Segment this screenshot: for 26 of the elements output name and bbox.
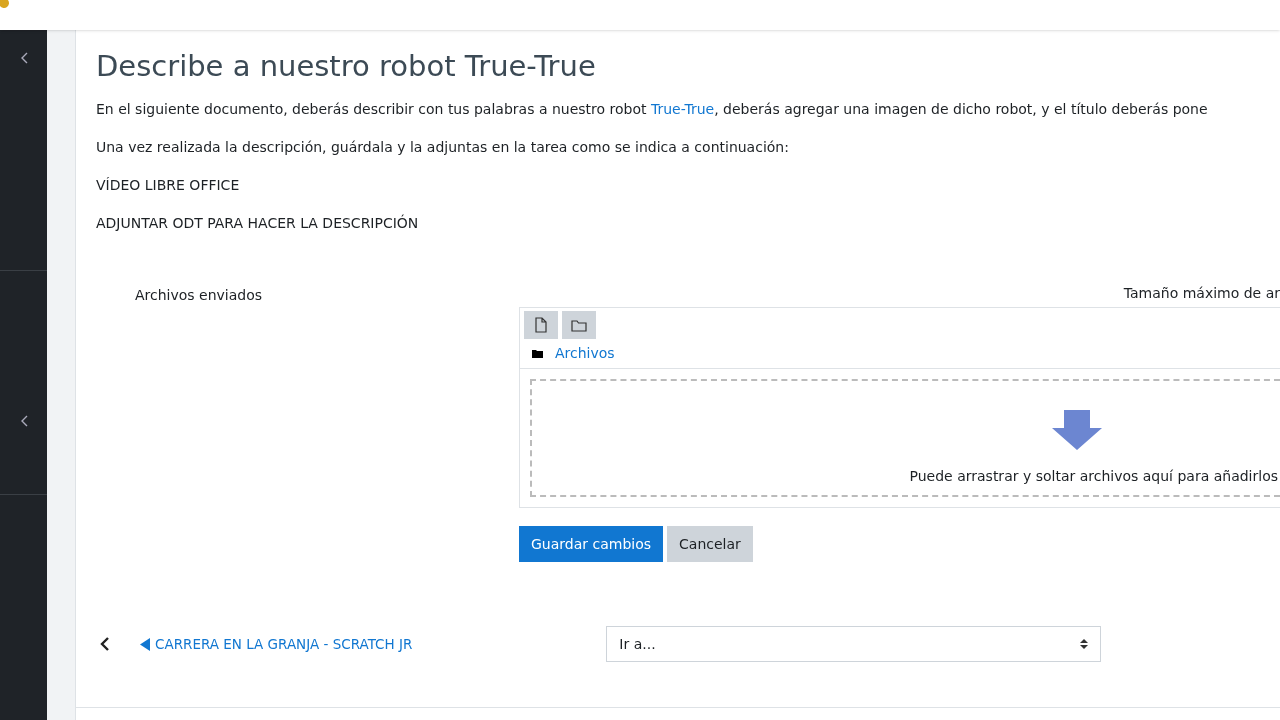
- field-label: Archivos enviados: [135, 287, 263, 303]
- sort-caret-icon: [1080, 638, 1089, 650]
- add-file-button[interactable]: [524, 311, 558, 339]
- drop-hint: Puede arrastrar y soltar archivos aquí para añadirlos: [909, 467, 1279, 486]
- file-icon: [535, 317, 547, 333]
- description-paragraph: VÍDEO LIBRE OFFICE: [96, 176, 241, 195]
- logo-icon: [0, 0, 12, 8]
- previous-activity-link[interactable]: CARRERA EN LA GRANJA - SCRATCH JR: [140, 633, 413, 655]
- triangle-left-icon: [140, 637, 150, 651]
- robot-link[interactable]: True-True: [650, 101, 715, 117]
- jump-select[interactable]: Ir a...: [606, 626, 1102, 662]
- description-paragraph: ADJUNTAR ODT PARA HACER LA DESCRIPCIÓN: [96, 213, 420, 233]
- chevron-left-icon: [19, 52, 28, 64]
- chevron-left-icon: [19, 415, 28, 427]
- save-button[interactable]: Guardar cambios: [519, 526, 664, 562]
- chevron-left-icon[interactable]: [100, 637, 110, 651]
- description-paragraph: Una vez realizada la descripción, guárdala y la adjuntas en la tarea como se indica a continuación:: [96, 138, 790, 157]
- max-size-text: Tamaño máximo de ar: [1123, 284, 1280, 303]
- intro-paragraph: En el siguiente documento, deberás describir con tus palabras a nuestro robot True-True, deberás agregar una imagen de dicho robot, y el título deberás pone: [96, 100, 1209, 119]
- folder-link[interactable]: Archivos: [555, 343, 615, 364]
- folder-icon: [532, 349, 543, 358]
- new-folder-button[interactable]: [562, 311, 596, 339]
- cancel-button[interactable]: Cancelar: [667, 526, 753, 562]
- arrow-down-icon: [1052, 410, 1102, 450]
- page-title: Describe a nuestro robot True-True: [96, 48, 597, 84]
- folder-icon: [571, 318, 587, 332]
